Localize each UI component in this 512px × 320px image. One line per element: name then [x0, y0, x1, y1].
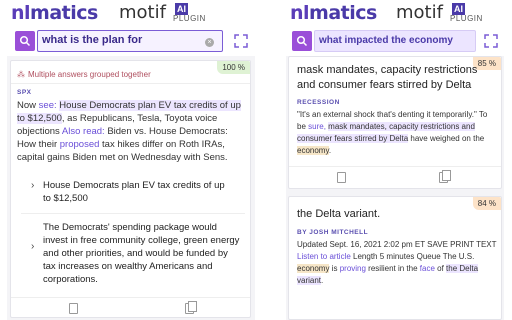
- expand-icon[interactable]: [233, 33, 249, 49]
- source-label: BY JOSH MITCHELL: [297, 229, 369, 236]
- plugin-header: nlmatics motif AI PLUGIN: [286, 0, 504, 26]
- keyword-highlight: economy: [297, 264, 330, 273]
- text: Length 5 minutes Queue The U.S.: [350, 252, 475, 261]
- search-row: what impacted the economy: [286, 26, 504, 56]
- link-see[interactable]: see:: [39, 100, 57, 111]
- grouped-text: Multiple answers grouped together: [28, 70, 151, 79]
- link-sure[interactable]: sure,: [308, 122, 326, 131]
- card-footer: [11, 297, 250, 317]
- divider: [21, 213, 245, 214]
- expand-icon[interactable]: [483, 33, 499, 49]
- answer-item[interactable]: The Democrats' spending package would in…: [43, 221, 243, 286]
- document-icon[interactable]: [69, 303, 78, 314]
- search-input[interactable]: what impacted the economy: [314, 30, 476, 52]
- nlmatics-logo: nlmatics: [290, 2, 377, 24]
- link-listen[interactable]: Listen to article: [297, 252, 351, 261]
- divider: [11, 83, 250, 84]
- search-icon: [296, 35, 308, 47]
- text: of: [434, 264, 447, 273]
- search-input[interactable]: what is the plan for: [37, 30, 223, 52]
- text: is: [329, 264, 340, 273]
- plugin-label: PLUGIN: [450, 14, 483, 23]
- copy-icon[interactable]: [185, 301, 197, 314]
- chevron-right-icon[interactable]: ›: [31, 180, 34, 191]
- text: .: [328, 146, 332, 155]
- search-row: what is the plan for ×: [7, 26, 255, 56]
- answer-item[interactable]: House Democrats plan EV tax credits of u…: [43, 179, 233, 205]
- text: .: [321, 276, 324, 285]
- answer-card: ⁂ Multiple answers grouped together 100 %…: [10, 60, 251, 318]
- nlmatics-logo: nlmatics: [11, 2, 98, 24]
- left-plugin-panel: nlmatics motif AI PLUGIN what is the pla…: [7, 0, 255, 320]
- answer-context: "It's an external shock that's denting i…: [297, 109, 497, 157]
- search-button[interactable]: [15, 31, 35, 51]
- link-proposed[interactable]: proposed: [60, 139, 100, 150]
- confidence-badge: 100 %: [217, 61, 250, 74]
- answer-card: 85 % mask mandates, capacity restriction…: [288, 56, 502, 189]
- source-label: SPX: [17, 89, 32, 96]
- right-plugin-panel: nlmatics motif AI PLUGIN what impacted t…: [286, 0, 504, 320]
- search-icon: [19, 35, 31, 47]
- keyword-highlight: economy: [297, 146, 329, 155]
- motif-label: motif: [396, 2, 443, 23]
- answer-title[interactable]: mask mandates, capacity restrictions and…: [297, 63, 483, 93]
- search-button[interactable]: [292, 31, 312, 51]
- link-proving[interactable]: proving: [340, 264, 366, 273]
- grouped-notice: ⁂ Multiple answers grouped together: [17, 70, 151, 79]
- text: Now: [17, 100, 39, 111]
- document-icon[interactable]: [337, 172, 346, 183]
- plugin-header: nlmatics motif AI PLUGIN: [7, 0, 255, 26]
- answer-title[interactable]: the Delta variant.: [297, 207, 483, 222]
- clear-icon[interactable]: ×: [205, 38, 214, 47]
- answer-card: 84 % the Delta variant. BY JOSH MITCHELL…: [288, 196, 502, 320]
- copy-icon[interactable]: [439, 170, 451, 183]
- plugin-label: PLUGIN: [173, 14, 206, 23]
- motif-label: motif: [119, 2, 166, 23]
- text: Updated Sept. 16, 2021 2:02 pm ET SAVE P…: [297, 240, 497, 249]
- card-footer: [289, 166, 501, 186]
- link-also-read[interactable]: Also read:: [62, 126, 105, 137]
- link-face[interactable]: face: [420, 264, 435, 273]
- text: have weighed on the: [408, 134, 485, 143]
- chevron-right-icon[interactable]: ›: [31, 241, 34, 252]
- answer-context: Updated Sept. 16, 2021 2:02 pm ET SAVE P…: [297, 239, 497, 287]
- answer-context: Now see: House Democrats plan EV tax cre…: [17, 99, 249, 164]
- text: resilient in the: [365, 264, 420, 273]
- source-label: RECESSION: [297, 99, 340, 106]
- group-icon: ⁂: [17, 70, 25, 79]
